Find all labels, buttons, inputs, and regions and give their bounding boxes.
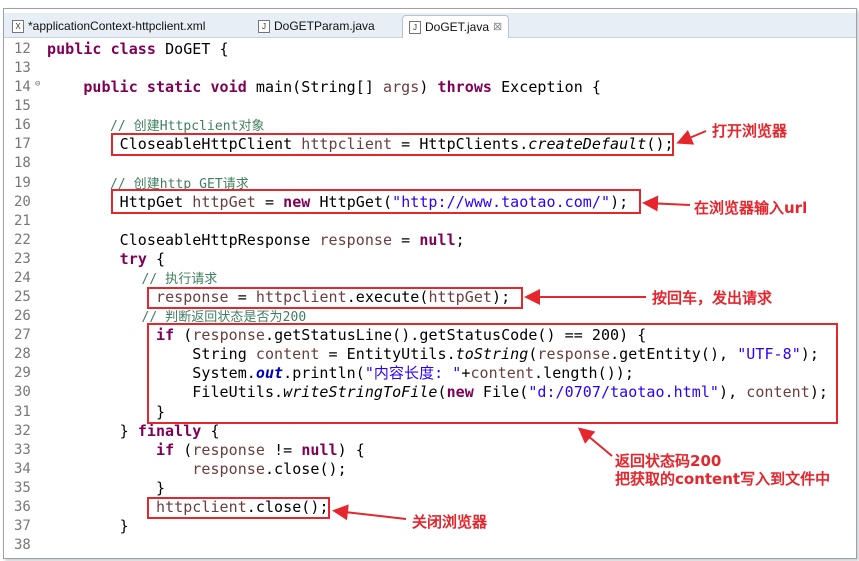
arrow-open-browser (676, 129, 707, 145)
note-enter-url: 在浏览器输入url (694, 199, 808, 217)
arrow-enter-url (642, 195, 691, 212)
arrow-status-200 (577, 427, 613, 457)
note-write-content: 把获取的content写入到文件中 (615, 470, 831, 488)
note-close-browser: 关闭浏览器 (412, 513, 488, 531)
note-open-browser: 打开浏览器 (712, 122, 788, 140)
note-press-enter: 按回车，发出请求 (652, 289, 773, 307)
arrow-close-browser (332, 504, 407, 521)
